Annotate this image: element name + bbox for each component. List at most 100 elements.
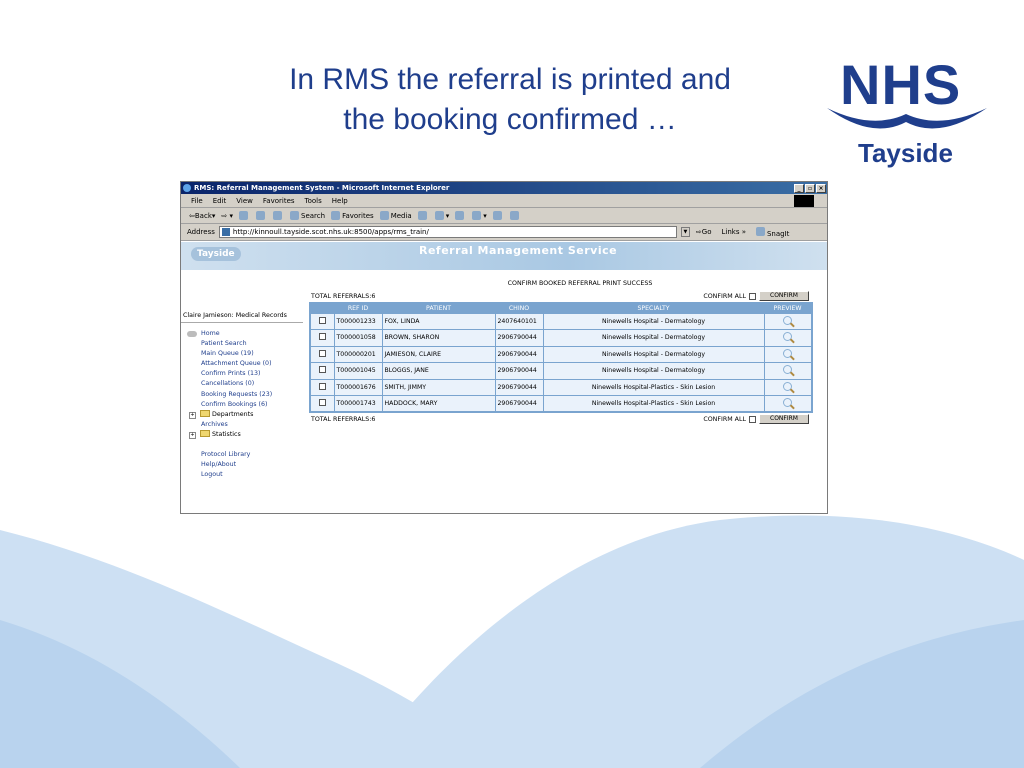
ie-icon [183, 184, 191, 192]
user-name: Claire Jamieson: Medical Records [181, 312, 303, 323]
menu-view[interactable]: View [236, 197, 253, 205]
history-button[interactable] [417, 211, 429, 220]
row-select [309, 345, 335, 363]
table-header: REF ID PATIENT CHINO SPECIALTY PREVIEW [310, 303, 812, 313]
menu-file[interactable]: File [191, 197, 203, 205]
refresh-button[interactable] [256, 211, 267, 220]
row-checkbox[interactable] [318, 333, 326, 341]
print-button[interactable] [455, 211, 466, 220]
rms-banner: Tayside Referral Management Service [181, 242, 827, 270]
preview-magnifier-icon[interactable] [783, 332, 793, 342]
nav-archives[interactable]: Archives [181, 420, 303, 430]
nav-attachment-queue[interactable]: Attachment Queue (0) [181, 359, 303, 369]
home-icon [273, 211, 282, 220]
address-dropdown[interactable]: ▼ [680, 227, 690, 237]
minimize-button[interactable]: _ [794, 183, 804, 193]
messenger-button[interactable] [509, 211, 521, 220]
confirm-all-checkbox[interactable] [749, 292, 756, 300]
history-icon [417, 211, 427, 220]
nav-help-about[interactable]: Help/About [181, 460, 303, 470]
menu-tools[interactable]: Tools [305, 197, 322, 205]
home-button[interactable] [273, 211, 284, 220]
nav-departments-label: Departments [212, 410, 254, 418]
stop-button[interactable] [239, 211, 250, 220]
home-nav-icon [187, 331, 197, 337]
menu-bar: File Edit View Favorites Tools Help [181, 194, 827, 208]
nav-confirm-prints[interactable]: Confirm Prints (13) [181, 369, 303, 379]
nav-protocol-library[interactable]: Protocol Library [181, 450, 303, 460]
nav-main-queue[interactable]: Main Queue (19) [181, 349, 303, 359]
row-checkbox[interactable] [318, 366, 326, 374]
confirm-all-group-bottom: CONFIRM ALL CONFIRM [703, 414, 809, 424]
cell-specialty: Ninewells Hospital - Dermatology [542, 329, 765, 347]
forward-button[interactable]: ⇨ ▾ [221, 212, 233, 220]
web-page: Tayside Referral Management Service Clai… [181, 242, 827, 513]
table-row: T000001676 SMITH, JIMMY 2906790044 Ninew… [309, 378, 813, 396]
mail-button[interactable]: ▾ [434, 211, 449, 220]
window-titlebar: RMS: Referral Management System - Micros… [181, 182, 827, 194]
cell-preview [763, 362, 813, 380]
row-checkbox[interactable] [318, 382, 326, 390]
search-icon [290, 211, 299, 220]
expand-icon[interactable]: + [189, 431, 196, 439]
confirm-all-checkbox-bottom[interactable] [749, 415, 756, 423]
col-select [310, 303, 334, 313]
row-checkbox[interactable] [318, 316, 326, 324]
snagit-button[interactable]: SnagIt [755, 226, 789, 238]
expand-icon[interactable]: + [189, 411, 196, 419]
address-bar: Address http://kinnoull.tayside.scot.nhs… [181, 224, 827, 241]
links-label: Links [721, 228, 740, 236]
banner-title: Referral Management Service [419, 244, 618, 257]
row-checkbox[interactable] [318, 349, 326, 357]
cell-specialty: Ninewells Hospital-Plastics - Skin Lesio… [542, 378, 765, 396]
nav-confirm-bookings[interactable]: Confirm Bookings (6) [181, 400, 303, 410]
summary-row-bottom: TOTAL REFERRALS:6 CONFIRM ALL CONFIRM [309, 413, 811, 425]
preview-magnifier-icon[interactable] [783, 381, 793, 391]
banner-logo: Tayside [191, 247, 241, 261]
preview-magnifier-icon[interactable] [783, 348, 793, 358]
close-button[interactable]: × [816, 183, 826, 193]
preview-magnifier-icon[interactable] [783, 315, 793, 325]
summary-row-top: TOTAL REFERRALS:6 CONFIRM ALL CONFIRM [309, 290, 811, 302]
table-row: T000001233 FOX, LINDA 2407640101 Ninewel… [309, 312, 813, 330]
row-checkbox[interactable] [318, 399, 326, 406]
cell-chino: 2906790044 [494, 329, 544, 347]
nav-logout[interactable]: Logout [181, 470, 303, 480]
cell-patient: SMITH, JIMMY [381, 378, 496, 396]
col-patient: PATIENT [382, 303, 495, 313]
nav-cancellations[interactable]: Cancellations (0) [181, 379, 303, 389]
menu-edit[interactable]: Edit [213, 197, 227, 205]
favorites-button[interactable]: Favorites [331, 211, 374, 220]
browser-toolbar: ⇦ Back ▾ ⇨ ▾ Search Favorites Media ▾ ▾ [181, 208, 827, 224]
discuss-button[interactable] [492, 211, 504, 220]
edit-button[interactable]: ▾ [472, 211, 487, 220]
maximize-button[interactable]: ▫ [805, 183, 815, 193]
media-button[interactable]: Media [379, 211, 412, 220]
total-referrals: TOTAL REFERRALS:6 [311, 292, 376, 300]
nhs-tayside-logo: NHS Tayside [822, 52, 992, 172]
go-button[interactable]: ⇨Go [696, 228, 712, 236]
snagit-icon [755, 226, 765, 236]
back-button[interactable]: ⇦ Back ▾ [189, 212, 215, 220]
confirm-button-bottom[interactable]: CONFIRM [759, 414, 809, 424]
nav-departments[interactable]: + Departments [181, 410, 303, 420]
favorites-icon [331, 211, 341, 220]
search-button[interactable]: Search [290, 211, 325, 220]
preview-magnifier-icon[interactable] [783, 398, 793, 407]
nav-statistics[interactable]: + Statistics [181, 430, 303, 440]
menu-help[interactable]: Help [332, 197, 348, 205]
row-select [309, 329, 335, 347]
links-button[interactable]: Links » [721, 228, 746, 236]
nav-booking-requests[interactable]: Booking Requests (23) [181, 390, 303, 400]
nav-patient-search[interactable]: Patient Search [181, 339, 303, 349]
nhs-logo-subtext: Tayside [858, 138, 953, 168]
cell-preview [763, 378, 813, 396]
address-input[interactable]: http://kinnoull.tayside.scot.nhs.uk:8500… [218, 226, 677, 238]
referrals-table: REF ID PATIENT CHINO SPECIALTY PREVIEW T… [309, 302, 813, 413]
menu-favorites[interactable]: Favorites [263, 197, 295, 205]
confirm-button[interactable]: CONFIRM [759, 291, 809, 301]
preview-magnifier-icon[interactable] [783, 365, 793, 375]
main-content: CONFIRM BOOKED REFERRAL PRINT SUCCESS TO… [309, 280, 813, 425]
nav-home[interactable]: Home [181, 329, 303, 339]
